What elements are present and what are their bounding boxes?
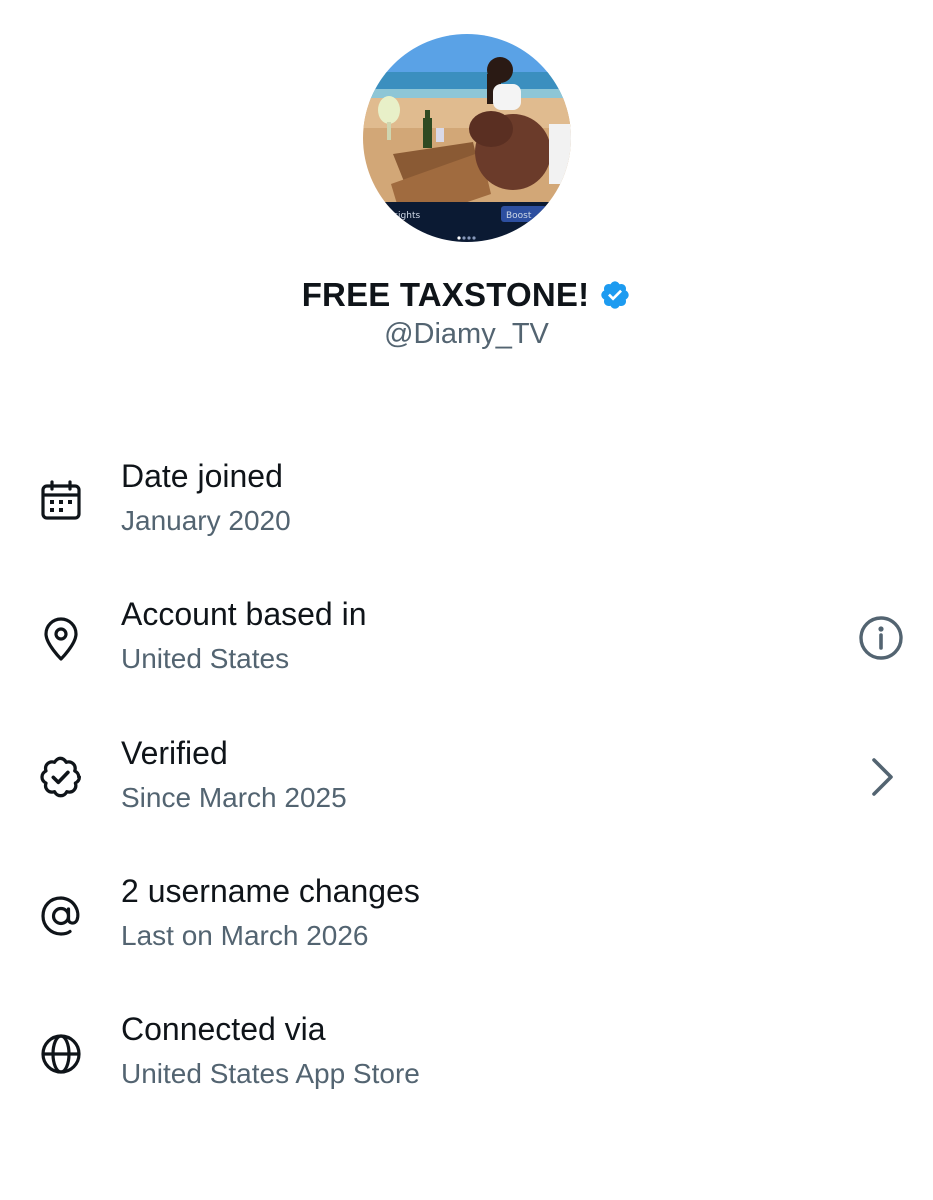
avatar-overlay-right-text: Boost (506, 211, 532, 221)
detail-value: Since March 2025 (121, 782, 347, 813)
calendar-icon (38, 478, 84, 524)
avatar-photo: Insights Boost (363, 34, 571, 242)
profile-handle: @Diamy_TV (384, 318, 549, 350)
detail-value: January 2020 (121, 505, 291, 536)
profile-avatar[interactable]: Insights Boost (363, 34, 571, 242)
detail-title: Account based in (121, 596, 367, 632)
verified-badge-icon[interactable] (599, 279, 631, 311)
detail-value: United States (121, 643, 290, 674)
detail-value: United States App Store (121, 1058, 420, 1089)
detail-title: Date joined (121, 458, 283, 494)
detail-title: Verified (121, 735, 228, 771)
detail-title: 2 username changes (121, 873, 420, 909)
avatar-overlay-left-text: Insights (385, 211, 420, 221)
detail-row-account-based-in: Account based in United States (0, 596, 933, 696)
profile-name-row: FREE TAXSTONE! (0, 276, 933, 314)
verified-badge-outline-icon (38, 754, 84, 800)
at-sign-icon (38, 893, 84, 939)
globe-icon (38, 1031, 84, 1077)
info-icon[interactable] (856, 613, 906, 663)
detail-row-date-joined: Date joined January 2020 (0, 458, 933, 558)
location-pin-icon (38, 616, 84, 662)
detail-row-verified[interactable]: Verified Since March 2025 (0, 735, 933, 835)
display-name: FREE TAXSTONE! (301, 276, 590, 313)
detail-value: Last on March 2026 (121, 920, 369, 951)
detail-row-username-changes: 2 username changes Last on March 2026 (0, 873, 933, 973)
detail-title: Connected via (121, 1011, 326, 1047)
chevron-right-icon[interactable] (857, 752, 907, 802)
detail-row-connected-via: Connected via United States App Store (0, 1011, 933, 1111)
